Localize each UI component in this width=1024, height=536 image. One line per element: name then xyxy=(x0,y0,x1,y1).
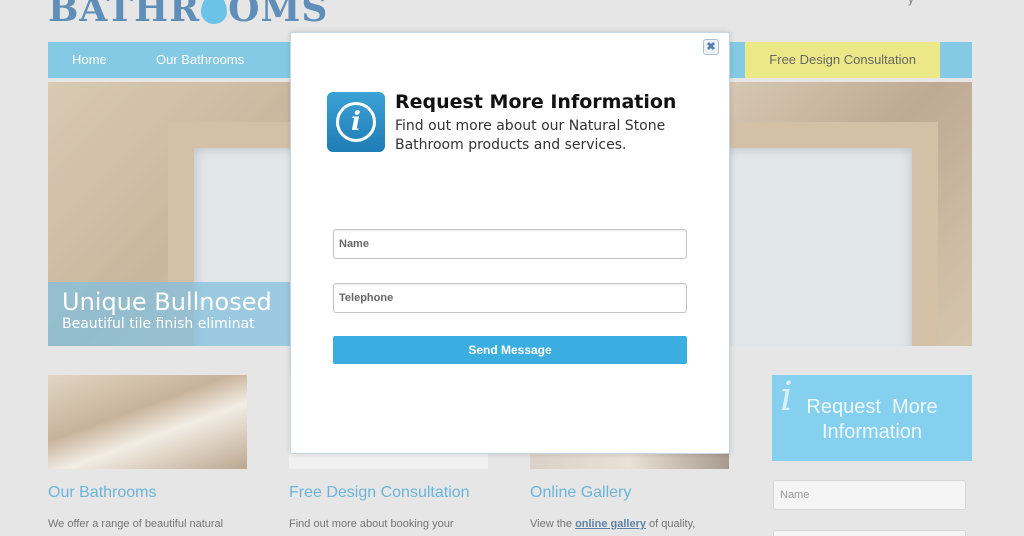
info-icon-glyph: i xyxy=(336,102,376,142)
info-icon: i xyxy=(327,92,385,152)
modal-description: Find out more about our Natural Stone Ba… xyxy=(395,118,666,153)
telephone-field[interactable] xyxy=(333,283,687,313)
send-message-button[interactable]: Send Message xyxy=(333,336,687,364)
request-info-modal: ✖ i Request More Information Find out mo… xyxy=(290,32,730,454)
name-field[interactable] xyxy=(333,229,687,259)
modal-title: Request More Information xyxy=(395,91,677,113)
close-icon[interactable]: ✖ xyxy=(703,39,719,55)
